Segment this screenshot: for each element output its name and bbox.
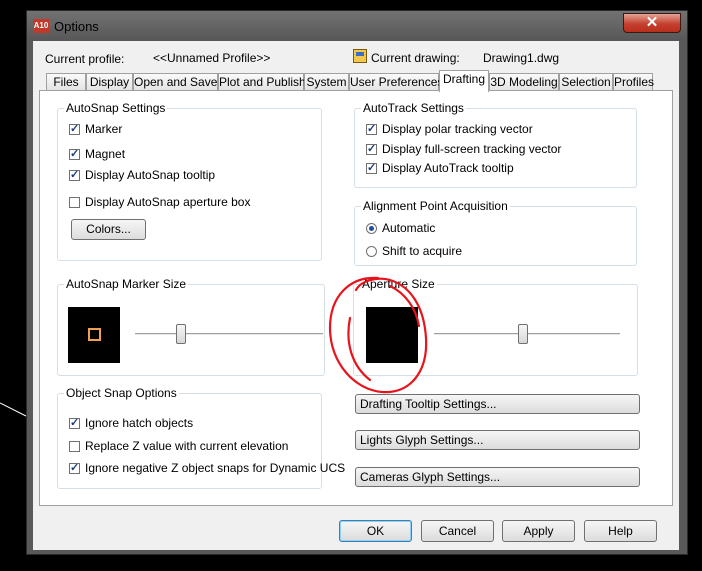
tab-drafting[interactable]: Drafting [439,70,489,92]
tab-user-preferences[interactable]: User Preferences [349,73,443,91]
marker-checkbox[interactable] [69,122,80,135]
magnet-checkbox-row[interactable]: Magnet [69,147,125,161]
automatic-radio[interactable] [366,222,377,234]
current-drawing-label: Current drawing: [371,51,460,65]
tab-files[interactable]: Files [46,73,86,91]
tab-display[interactable]: Display [86,73,133,91]
replace-z-checkbox[interactable] [69,440,80,452]
red-annotation-circle [328,276,428,394]
object-snap-options-title: Object Snap Options [64,386,179,400]
ignore-negative-z-checkbox-row[interactable]: Ignore negative Z object snaps for Dynam… [69,461,345,475]
shift-to-acquire-radio-row[interactable]: Shift to acquire [366,244,462,258]
aperture-box-checkbox[interactable] [69,196,80,208]
tab-plot-and-publish[interactable]: Plot and Publish [218,73,306,91]
autotrack-settings-group: AutoTrack Settings Display polar trackin… [354,101,637,188]
background-drawing-line [0,402,27,417]
autosnap-settings-group: AutoSnap Settings Marker Magnet Display … [57,101,322,261]
current-drawing-value: Drawing1.dwg [483,51,560,65]
cancel-button[interactable]: Cancel [421,520,494,542]
tab-selection[interactable]: Selection [559,73,613,91]
shift-to-acquire-radio[interactable] [366,245,377,257]
lights-glyph-settings-button[interactable]: Lights Glyph Settings... [355,430,640,450]
ignore-hatch-checkbox[interactable] [69,416,80,429]
marker-size-preview [68,307,120,363]
ignore-negative-z-checkbox[interactable] [69,461,80,474]
polar-tracking-checkbox-row[interactable]: Display polar tracking vector [366,122,533,136]
cameras-glyph-settings-button[interactable]: Cameras Glyph Settings... [355,467,640,487]
fullscreen-tracking-checkbox-row[interactable]: Display full-screen tracking vector [366,142,561,156]
apply-button[interactable]: Apply [502,520,575,542]
marker-size-slider-thumb[interactable] [175,324,186,344]
ignore-hatch-label: Ignore hatch objects [85,416,194,430]
window-title: Options [54,19,99,34]
help-button[interactable]: Help [584,520,657,542]
tab-3d-modeling[interactable]: 3D Modeling [489,73,559,91]
fullscreen-tracking-label: Display full-screen tracking vector [382,142,562,156]
polar-tracking-label: Display polar tracking vector [382,122,533,136]
current-profile-label: Current profile: [45,52,125,66]
polar-tracking-checkbox[interactable] [366,122,377,135]
marker-checkbox-row[interactable]: Marker [69,122,122,136]
aperture-size-slider-thumb[interactable] [518,324,529,344]
marker-label: Marker [85,122,123,136]
ignore-hatch-checkbox-row[interactable]: Ignore hatch objects [69,416,193,430]
aperture-box-label: Display AutoSnap aperture box [85,195,251,209]
autotrack-tooltip-checkbox[interactable] [366,161,377,174]
fullscreen-tracking-checkbox[interactable] [366,142,377,155]
aperture-box-checkbox-row[interactable]: Display AutoSnap aperture box [69,195,250,209]
autosnap-tooltip-checkbox[interactable] [69,168,80,181]
autotrack-tooltip-checkbox-row[interactable]: Display AutoTrack tooltip [366,161,514,175]
tab-profiles[interactable]: Profiles [613,73,654,91]
autosnap-tooltip-label: Display AutoSnap tooltip [85,168,216,182]
colors-button[interactable]: Colors... [71,219,146,240]
autosnap-tooltip-checkbox-row[interactable]: Display AutoSnap tooltip [69,168,215,182]
autotrack-tooltip-label: Display AutoTrack tooltip [382,161,514,175]
close-button[interactable]: ✕ [623,13,681,33]
shift-to-acquire-label: Shift to acquire [382,244,463,258]
current-profile-value: <<Unnamed Profile>> [153,51,271,65]
tab-open-and-save[interactable]: Open and Save [133,73,218,91]
marker-size-slider-track[interactable] [135,333,323,336]
marker-size-title: AutoSnap Marker Size [64,277,189,291]
autosnap-marker-size-group: AutoSnap Marker Size [57,277,325,376]
magnet-checkbox[interactable] [69,147,80,160]
automatic-radio-row[interactable]: Automatic [366,221,435,235]
object-snap-options-group: Object Snap Options Ignore hatch objects… [57,386,345,489]
title-bar[interactable]: A10 Options ✕ [27,11,687,41]
replace-z-checkbox-row[interactable]: Replace Z value with current elevation [69,439,288,453]
automatic-label: Automatic [382,221,436,235]
magnet-label: Magnet [85,147,126,161]
ignore-negative-z-label: Ignore negative Z object snaps for Dynam… [85,461,346,475]
ok-button[interactable]: OK [339,520,412,542]
replace-z-label: Replace Z value with current elevation [85,439,289,453]
alignment-point-group: Alignment Point Acquisition Automatic Sh… [354,199,637,266]
alignment-point-title: Alignment Point Acquisition [361,199,510,213]
autosnap-settings-title: AutoSnap Settings [64,101,168,115]
tab-system[interactable]: System [304,73,349,91]
marker-square-icon [88,328,101,341]
autotrack-settings-title: AutoTrack Settings [361,101,466,115]
autocad-app-icon: A10 [33,19,49,33]
drawing-file-icon [353,49,367,63]
